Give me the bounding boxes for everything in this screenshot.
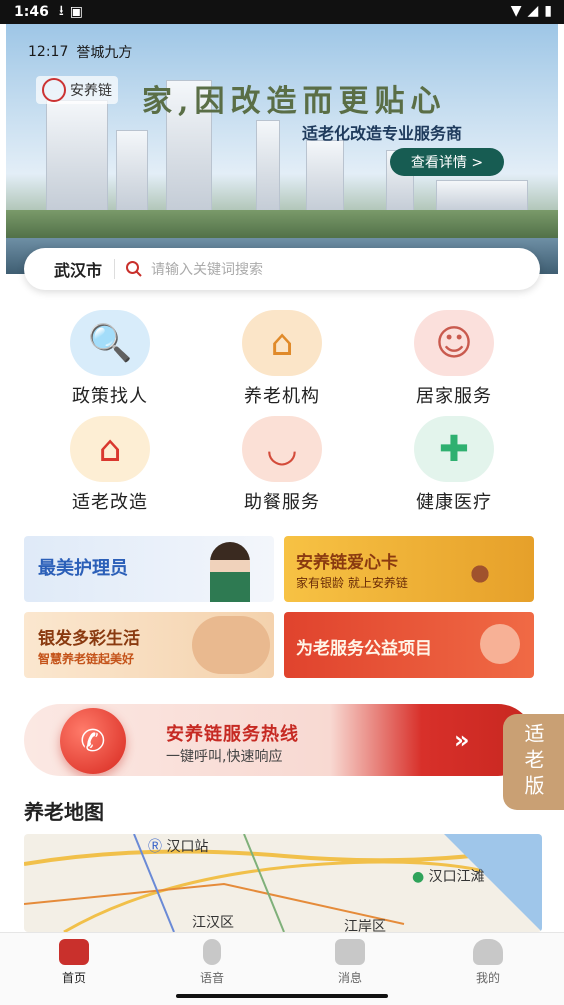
elderly-care-map[interactable]: Ⓡ 汉口站 ● 汉口江滩 江汉区 江岸区 xyxy=(24,834,542,932)
notification-icon: ▣ xyxy=(69,4,83,20)
message-icon xyxy=(335,939,365,965)
tab-profile[interactable]: 我的 xyxy=(438,939,538,986)
logo-icon xyxy=(42,78,66,102)
user-icon xyxy=(473,939,503,965)
home-icon xyxy=(59,939,89,965)
caregiver-image xyxy=(210,542,250,602)
map-pin-icon: ● xyxy=(412,869,425,885)
download-icon: ⭳ xyxy=(58,3,64,19)
double-chevron-right-icon: » xyxy=(454,726,470,754)
banner-slogan: 家,因改造而更贴心 xyxy=(142,84,447,119)
signal-icon: ◢ xyxy=(527,3,539,19)
service-health[interactable]: ✚ 健康医疗 xyxy=(368,412,540,516)
map-label: Ⓡ 汉口站 xyxy=(148,839,209,855)
tab-messages[interactable]: 消息 xyxy=(300,939,400,986)
card-silver-life[interactable]: 银发多彩生活 智慧养老链起美好 xyxy=(24,612,274,678)
service-meal[interactable]: ◡ 助餐服务 xyxy=(196,412,368,516)
service-hotline-banner[interactable]: ✆ 安养链服务热线 一键呼叫,快速响应 » xyxy=(24,704,534,776)
map-label: 江汉区 xyxy=(192,915,234,931)
map-section-title: 养老地图 xyxy=(24,800,104,824)
gesture-home-bar[interactable] xyxy=(176,994,388,998)
card-love-card[interactable]: 安养链爱心卡 家有银龄 就上安养链 xyxy=(284,536,534,602)
map-label: ● 汉口江滩 xyxy=(412,869,485,885)
banner-time: 12:17 xyxy=(28,44,69,60)
house-icon: ⌂ xyxy=(242,310,322,376)
status-bar: 1:46 ⭳ ▣ ▼ ◢ ▮ xyxy=(0,0,564,24)
heart-icon xyxy=(480,624,520,664)
wifi-icon: ▼ xyxy=(510,3,522,19)
search-input[interactable]: 请输入关键词搜索 xyxy=(151,259,263,279)
document-search-icon: 🔍 xyxy=(70,310,150,376)
status-time: 1:46 xyxy=(14,4,49,20)
card-charity-project[interactable]: 为老服务公益项目 xyxy=(284,612,534,678)
microphone-icon xyxy=(203,939,221,965)
service-institution[interactable]: ⌂ 养老机构 xyxy=(196,306,368,410)
meal-bowl-icon: ◡ xyxy=(242,416,322,482)
city-selector[interactable]: 武汉市 xyxy=(54,257,102,281)
promo-banner[interactable]: 12:17 誉城九方 安养链 家,因改造而更贴心 适老化改造专业服务商 查看详情… xyxy=(6,24,558,274)
elderly-couple-image xyxy=(460,554,500,594)
brand-logo: 安养链 xyxy=(36,76,118,104)
elder-mode-button[interactable]: 适老版 xyxy=(503,714,564,810)
tab-voice[interactable]: 语音 xyxy=(162,939,262,986)
hotline-subtitle: 一键呼叫,快速响应 xyxy=(166,749,283,765)
service-renovation[interactable]: ⌂ 适老改造 xyxy=(24,412,196,516)
phone-icon: ✆ xyxy=(60,708,126,774)
card-best-caregiver[interactable]: 最美护理员 xyxy=(24,536,274,602)
station-icon: Ⓡ xyxy=(148,839,162,855)
banner-location-text: 誉城九方 xyxy=(76,45,133,61)
service-home-care[interactable]: ☺ 居家服务 xyxy=(368,306,540,410)
hotline-title: 安养链服务热线 xyxy=(166,724,299,745)
battery-icon: ▮ xyxy=(544,3,552,19)
caregiver-icon: ☺ xyxy=(414,310,494,376)
renovation-icon: ⌂ xyxy=(70,416,150,482)
search-bar[interactable]: 武汉市 请输入关键词搜索 xyxy=(24,248,540,290)
holding-hands-image xyxy=(192,616,270,674)
tab-home[interactable]: 首页 xyxy=(24,939,124,986)
search-icon xyxy=(126,261,142,277)
banner-subtitle: 适老化改造专业服务商 xyxy=(302,124,463,143)
medical-kit-icon: ✚ xyxy=(414,416,494,482)
map-label: 江岸区 xyxy=(344,919,386,932)
view-details-button[interactable]: 查看详情 > xyxy=(390,148,504,176)
service-policy[interactable]: 🔍 政策找人 xyxy=(24,306,196,410)
